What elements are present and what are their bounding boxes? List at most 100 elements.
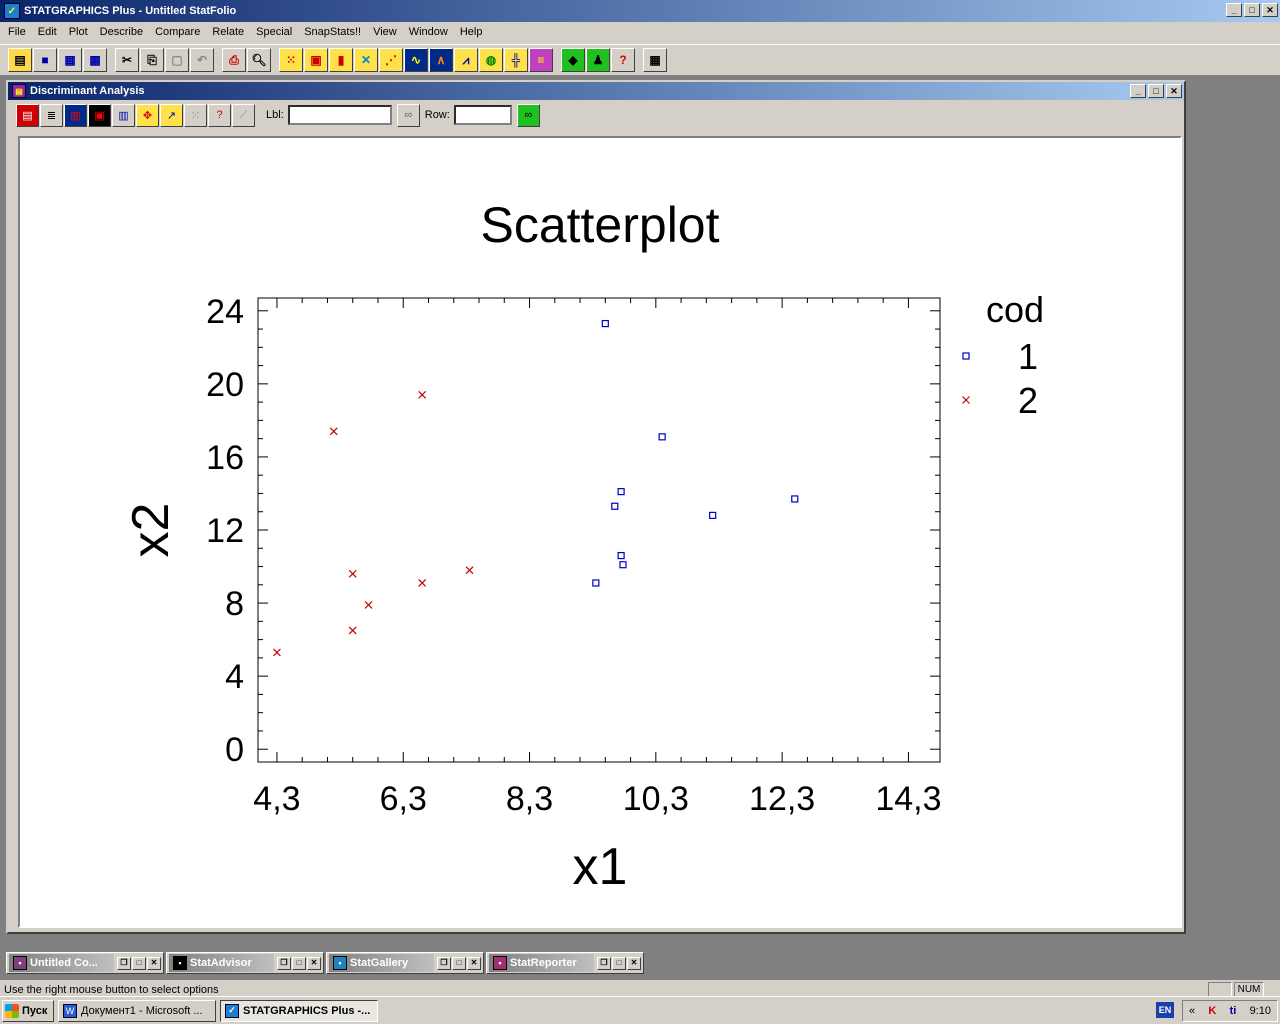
cut-icon[interactable]: ✂: [115, 48, 139, 72]
relate-icon[interactable]: ⋰: [379, 48, 403, 72]
compare-icon[interactable]: ✕: [354, 48, 378, 72]
child-maximize-button[interactable]: □: [1148, 84, 1164, 98]
child-title-bar[interactable]: ▤ Discriminant Analysis _ □ ✕: [8, 82, 1184, 100]
glm-icon[interactable]: ≡: [529, 48, 553, 72]
control-chart-icon[interactable]: ⩘: [454, 48, 478, 72]
minimized-window[interactable]: ▪ StatAdvisor ❐ □ ✕: [166, 952, 324, 974]
close-button[interactable]: ✕: [147, 956, 161, 970]
binoculars-find-icon[interactable]: ∞: [516, 103, 540, 127]
help-icon[interactable]: ?: [611, 48, 635, 72]
doe-icon[interactable]: ╬: [504, 48, 528, 72]
minimized-window[interactable]: ▪ StatReporter ❐ □ ✕: [486, 952, 644, 974]
menu-help[interactable]: Help: [454, 26, 489, 38]
menu-view[interactable]: View: [367, 26, 403, 38]
kaspersky-icon[interactable]: K: [1208, 1005, 1216, 1017]
jitter-icon[interactable]: ⟋: [232, 103, 255, 127]
input-dialog-icon[interactable]: ▤: [16, 103, 39, 127]
close-button[interactable]: ✕: [627, 956, 641, 970]
datasheet-icon[interactable]: ▦: [58, 48, 82, 72]
maximize-button[interactable]: □: [612, 956, 626, 970]
menu-plot[interactable]: Plot: [63, 26, 94, 38]
lbl-field[interactable]: [287, 105, 392, 125]
graph-pane[interactable]: Scatterplot 0 4 8 12 16 20 24 4,3 6,3 8,3 10,3 12,3 1…: [18, 136, 1182, 928]
graph-options-icon[interactable]: ↗: [160, 103, 183, 127]
plot-wizard-icon[interactable]: ⁙: [279, 48, 303, 72]
lbl-label: Lbl:: [266, 109, 284, 121]
statadvisor-icon[interactable]: ◆: [561, 48, 585, 72]
data-point-series-2: [418, 390, 427, 399]
menu-snapstats[interactable]: SnapStats!!: [298, 26, 367, 38]
menu-relate[interactable]: Relate: [206, 26, 250, 38]
data-point-series-2: [348, 569, 357, 578]
menu-special[interactable]: Special: [250, 26, 298, 38]
globe-icon[interactable]: ◍: [479, 48, 503, 72]
minimized-window[interactable]: ▪ StatGallery ❐ □ ✕: [326, 952, 484, 974]
system-tray: « K ti 9:10: [1182, 1000, 1278, 1022]
close-button[interactable]: ✕: [307, 956, 321, 970]
menu-compare[interactable]: Compare: [149, 26, 206, 38]
taskbar-statgraphics[interactable]: ✓ STATGRAPHICS Plus -...: [220, 999, 378, 1022]
barchart-icon[interactable]: ▮: [329, 48, 353, 72]
menu-edit[interactable]: Edit: [32, 26, 63, 38]
statwizard-icon[interactable]: ♟: [586, 48, 610, 72]
graphs-icon[interactable]: ▣: [88, 103, 111, 127]
menu-describe[interactable]: Describe: [94, 26, 149, 38]
legend-label: 2: [1018, 380, 1038, 421]
restore-button[interactable]: ❐: [437, 956, 451, 970]
minimized-title-bar[interactable]: ▪ StatAdvisor: [169, 954, 274, 972]
discriminant-analysis-window: ▤ Discriminant Analysis _ □ ✕ ▤ ≣ ▥ ▣ ▥ …: [6, 80, 1186, 934]
print-preview-icon[interactable]: 🔍︎: [247, 48, 271, 72]
ti-icon[interactable]: ti: [1230, 1005, 1237, 1017]
exclude-point-icon[interactable]: ⁙: [184, 103, 207, 127]
minimize-button[interactable]: _: [1226, 3, 1242, 17]
pane-options-icon[interactable]: ✥: [136, 103, 159, 127]
copy-icon[interactable]: ⎘: [140, 48, 164, 72]
analysis-options-icon[interactable]: ≣: [40, 103, 63, 127]
close-button[interactable]: ✕: [467, 956, 481, 970]
minimized-window[interactable]: ▪ Untitled Co... ❐ □ ✕: [6, 952, 164, 974]
binoculars-gray-icon[interactable]: ∞: [396, 103, 420, 127]
open-folder-icon[interactable]: ▤: [8, 48, 32, 72]
identify-point-icon[interactable]: ?: [208, 103, 231, 127]
menu-file[interactable]: File: [2, 26, 32, 38]
minimized-title-bar[interactable]: ▪ StatReporter: [489, 954, 594, 972]
timeseries-icon[interactable]: ∿: [404, 48, 428, 72]
maximize-button[interactable]: □: [132, 956, 146, 970]
x-tick-label: 10,3: [623, 780, 689, 818]
row-field[interactable]: [453, 105, 512, 125]
main-toolbar: ▤ ■ ▦ ▩ ✂ ⎘ ▢ ↶ ⎙ 🔍︎ ⁙ ▣ ▮ ✕ ⋰ ∿ ∧ ⩘ ◍ ╬…: [0, 44, 1280, 76]
tables-icon[interactable]: ▥: [64, 103, 87, 127]
child-close-button[interactable]: ✕: [1166, 84, 1182, 98]
save-disk-icon[interactable]: ■: [33, 48, 57, 72]
save-data-icon[interactable]: ▩: [83, 48, 107, 72]
restore-button[interactable]: ❐: [117, 956, 131, 970]
restore-button[interactable]: ❐: [277, 956, 291, 970]
analysis-window-icon[interactable]: ▤: [12, 84, 26, 98]
minimized-title-bar[interactable]: ▪ Untitled Co...: [9, 954, 114, 972]
distribution-icon[interactable]: ∧: [429, 48, 453, 72]
close-button[interactable]: ✕: [1262, 3, 1278, 17]
paste-icon[interactable]: ▢: [165, 48, 189, 72]
maximize-button[interactable]: □: [292, 956, 306, 970]
restore-button[interactable]: ❐: [597, 956, 611, 970]
app-title-bar[interactable]: ✓ STATGRAPHICS Plus - Untitled StatFolio…: [0, 0, 1280, 22]
undo-icon[interactable]: ↶: [190, 48, 214, 72]
task-label: STATGRAPHICS Plus -...: [243, 1004, 371, 1017]
menu-window[interactable]: Window: [403, 26, 454, 38]
statgraphics-app-icon[interactable]: ✓: [4, 3, 20, 19]
start-button[interactable]: Пуск: [2, 999, 54, 1022]
print-icon[interactable]: ⎙: [222, 48, 246, 72]
maximize-button[interactable]: □: [1244, 3, 1260, 17]
minimized-title-bar[interactable]: ▪ StatGallery: [329, 954, 434, 972]
taskbar-word-document[interactable]: W Документ1 - Microsoft ...: [58, 999, 216, 1022]
maximize-button[interactable]: □: [452, 956, 466, 970]
y-tick-label: 4: [225, 658, 244, 696]
describe-icon[interactable]: ▣: [304, 48, 328, 72]
calculator-icon[interactable]: ▦: [643, 48, 667, 72]
x-tick-label: 4,3: [253, 780, 300, 818]
language-indicator[interactable]: EN: [1156, 1002, 1174, 1018]
save-results-icon[interactable]: ▥: [112, 103, 135, 127]
child-minimize-button[interactable]: _: [1130, 84, 1146, 98]
tray-expand-icon[interactable]: «: [1189, 1005, 1195, 1017]
scatterplot-chart[interactable]: Scatterplot 0 4 8 12 16 20 24 4,3 6,3 8,3 10,3 12,3 1…: [20, 138, 1180, 926]
